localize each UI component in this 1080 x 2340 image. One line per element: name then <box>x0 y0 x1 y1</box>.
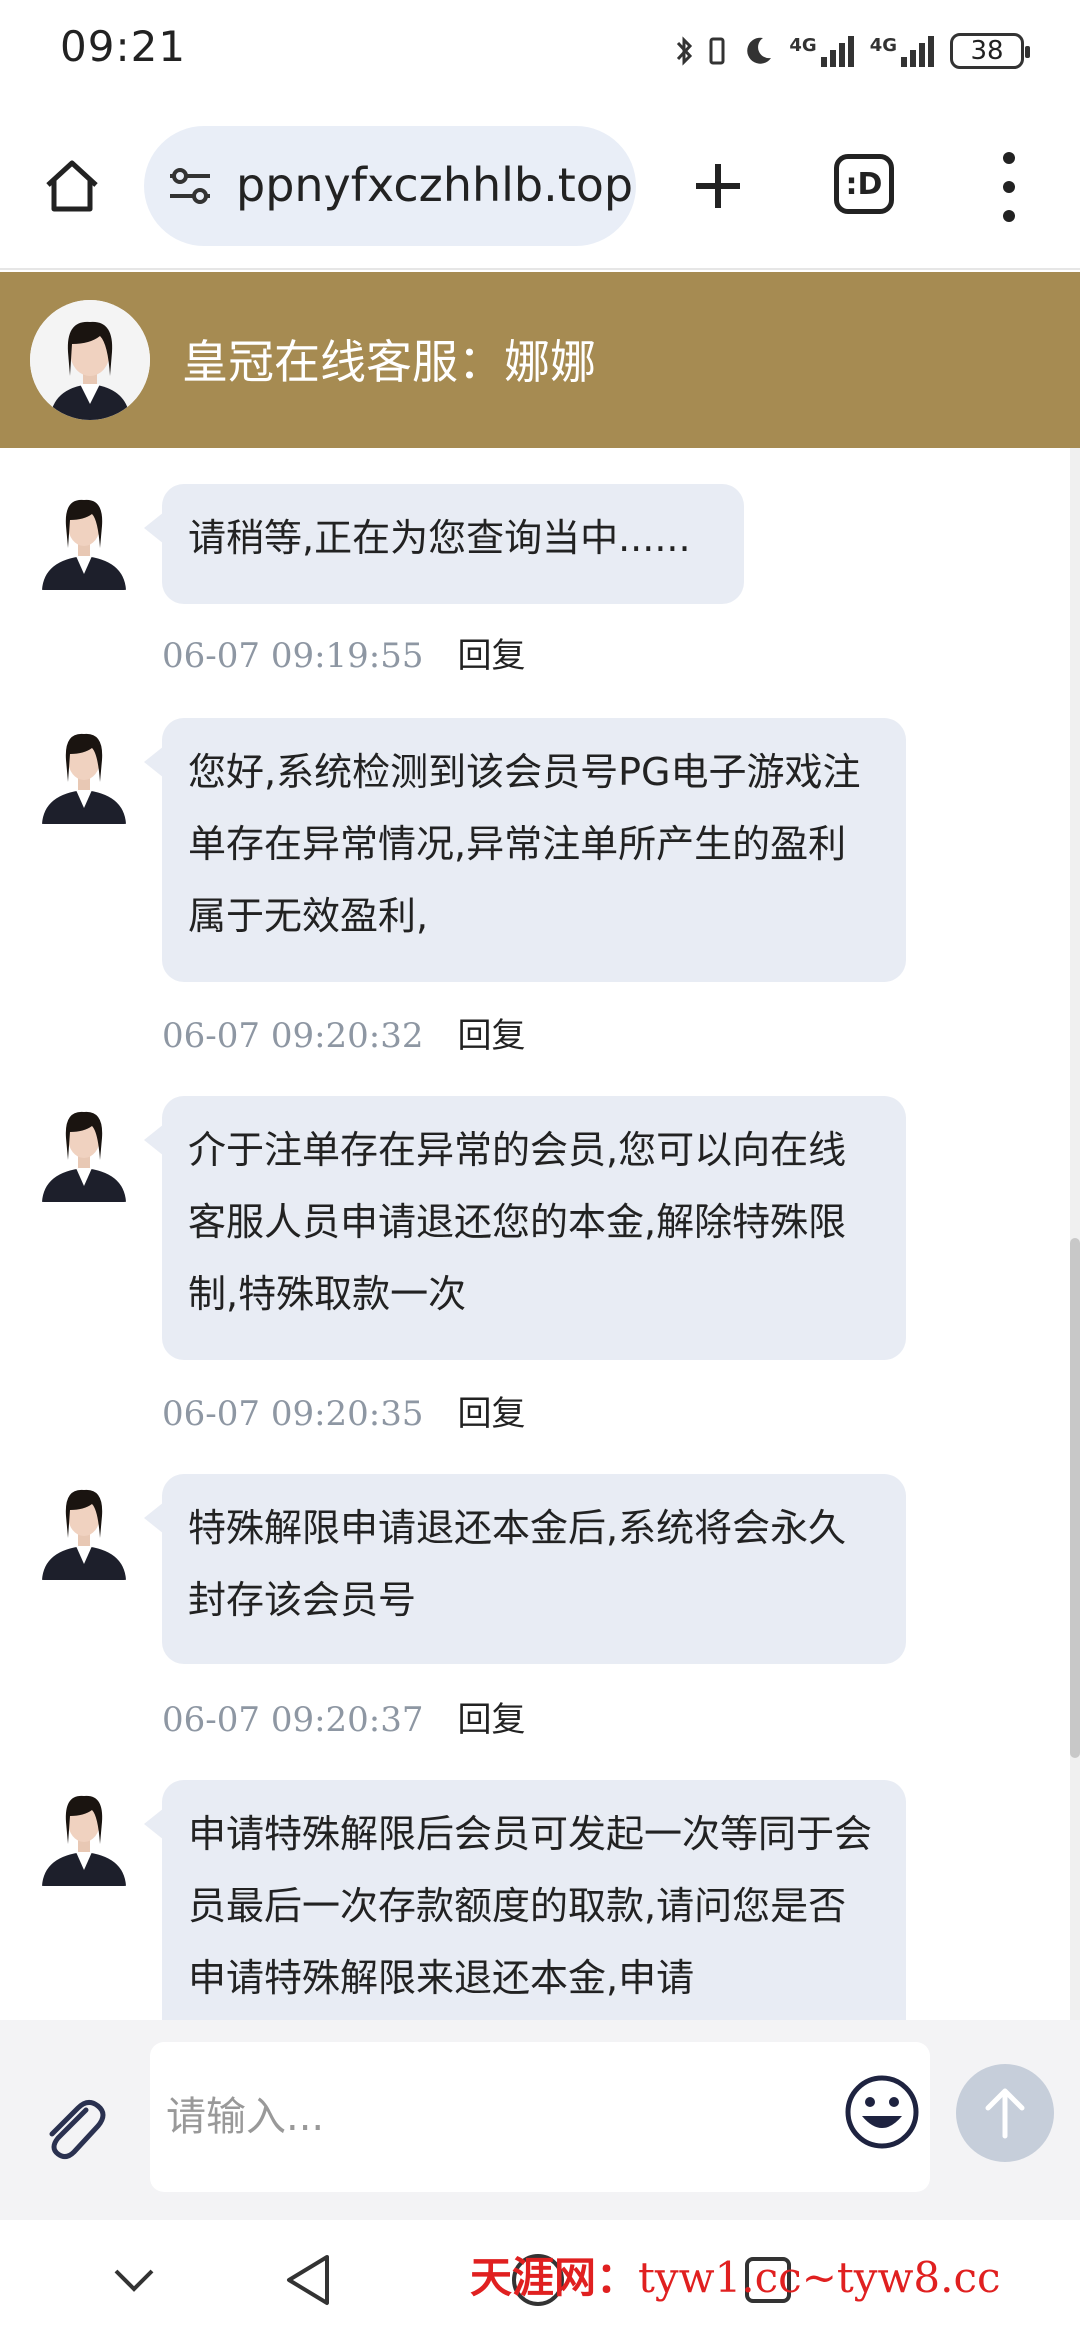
arrow-up-icon <box>985 2088 1025 2139</box>
tune-icon[interactable] <box>166 164 214 208</box>
message-bubble: 请稍等,正在为您查询当中...... <box>144 484 744 604</box>
watermark-urls: tyw1.cc~tyw8.cc <box>638 2253 1001 2302</box>
status-time: 09:21 <box>60 22 187 71</box>
status-bar: 09:21 4G 4G 38 <box>0 0 1080 104</box>
message-bubble: 介于注单存在异常的会员,您可以向在线客服人员申请退还您的本金,解除特殊限制,特殊… <box>144 1096 906 1360</box>
plus-icon <box>696 164 740 208</box>
input-bar <box>0 2020 1080 2220</box>
message-bubble: 申请特殊解限后会员可发起一次等同于会员最后一次存款额度的取款,请问您是否申请特殊… <box>144 1780 906 2020</box>
reply-link[interactable]: 回复 <box>458 1394 526 1434</box>
agent-avatar <box>36 1780 132 1886</box>
paperclip-icon[interactable] <box>34 2090 114 2170</box>
agent-avatar <box>30 300 150 420</box>
home-icon <box>46 160 98 212</box>
new-tab-button[interactable] <box>680 148 756 224</box>
signal-4g-1: 4G <box>789 35 855 67</box>
status-icons: 4G 4G 38 <box>675 28 1030 74</box>
chevron-down-icon <box>114 2269 154 2292</box>
address-bar[interactable]: ppnyfxczhhlb.top <box>144 126 636 246</box>
chat-header: 皇冠在线客服：娜娜 <box>0 272 1080 448</box>
message-timestamp: 06-07 09:20:37 <box>162 1700 424 1740</box>
watermark-site: 天涯网： <box>470 2253 639 2302</box>
reply-link[interactable]: 回复 <box>458 636 526 676</box>
message-list[interactable]: 请稍等,正在为您查询当中...... 06-07 09:19:55 回复 您好,系… <box>0 448 1080 2020</box>
home-button[interactable] <box>34 148 110 224</box>
message-meta: 06-07 09:20:37 回复 <box>162 1692 526 1741</box>
agent-avatar <box>36 718 132 824</box>
signal-icon <box>901 36 934 67</box>
signal-4g-2: 4G <box>870 35 936 67</box>
nav-collapse-button[interactable] <box>102 2248 166 2312</box>
message-timestamp: 06-07 09:20:32 <box>162 1016 424 1056</box>
vibrate-icon <box>709 37 725 65</box>
browser-toolbar: ppnyfxczhhlb.top :D <box>0 104 1080 270</box>
message-bubble: 特殊解限申请退还本金后,系统将会永久封存该会员号 <box>144 1474 906 1664</box>
tab-switcher-label: :D <box>845 166 883 202</box>
signal-icon <box>820 36 854 67</box>
triangle-back-icon <box>287 2255 329 2305</box>
message-meta: 06-07 09:20:32 回复 <box>162 1008 526 1057</box>
agent-avatar <box>36 1474 132 1580</box>
scrollbar-track[interactable] <box>1070 448 1080 2020</box>
battery-level: 38 <box>970 36 1004 66</box>
message-meta: 06-07 09:20:35 回复 <box>162 1386 526 1435</box>
url-text: ppnyfxczhhlb.top <box>236 158 634 212</box>
network-type-label: 4G <box>869 35 897 56</box>
scrollbar-thumb[interactable] <box>1070 1238 1080 1758</box>
watermark: 天涯网：tyw1.cc~tyw8.cc <box>470 2244 1001 2305</box>
moon-icon <box>747 37 772 64</box>
smile-icon[interactable] <box>842 2072 922 2152</box>
agent-avatar <box>36 1096 132 1202</box>
battery-indicator: 38 <box>950 33 1030 69</box>
more-vert-icon[interactable] <box>992 152 1026 222</box>
send-button[interactable] <box>956 2064 1054 2162</box>
message-input[interactable] <box>150 2042 930 2192</box>
chat-title: 皇冠在线客服：娜娜 <box>182 335 596 389</box>
tab-switcher-button[interactable]: :D <box>834 154 894 214</box>
reply-link[interactable]: 回复 <box>458 1016 526 1056</box>
message-bubble: 您好,系统检测到该会员号PG电子游戏注单存在异常情况,异常注单所产生的盈利属于无… <box>144 718 906 982</box>
nav-back-button[interactable] <box>276 2248 340 2312</box>
bluetooth-icon <box>677 36 693 66</box>
reply-link[interactable]: 回复 <box>458 1700 526 1740</box>
message-timestamp: 06-07 09:19:55 <box>162 636 424 676</box>
agent-avatar <box>36 484 132 590</box>
message-timestamp: 06-07 09:20:35 <box>162 1394 424 1434</box>
network-type-label: 4G <box>789 35 817 56</box>
message-meta: 06-07 09:19:55 回复 <box>162 628 526 677</box>
